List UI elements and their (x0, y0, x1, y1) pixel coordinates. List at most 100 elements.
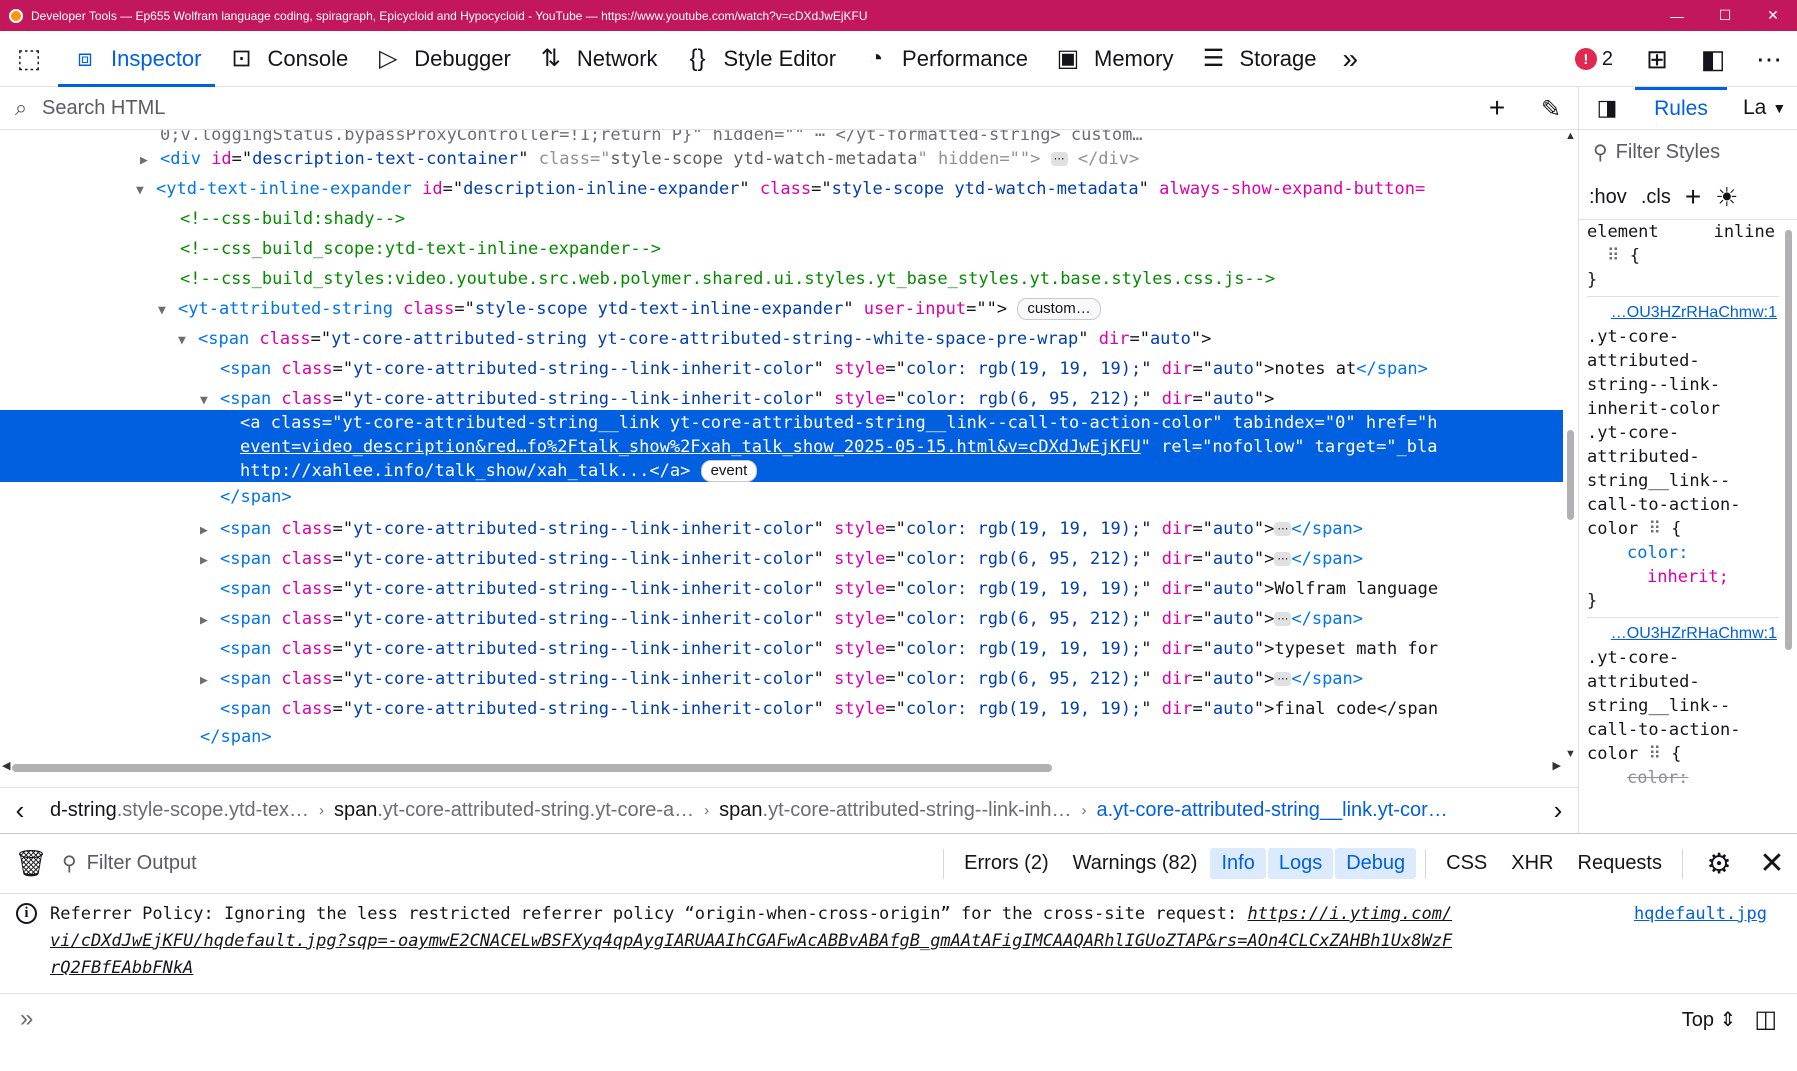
filter-info-button[interactable]: Info (1210, 848, 1266, 879)
console-input[interactable]: » Top ⇕ ◫ (0, 994, 1797, 1044)
markup-comment[interactable]: <!--css_build_scope:ytd-text-inline-expa… (0, 234, 661, 264)
tab-inspector[interactable]: ⧈ Inspector (58, 31, 215, 87)
collapsed-children-button[interactable]: ⋯ (1274, 552, 1292, 566)
overflow-menu-button[interactable]: ⋯ (1741, 44, 1797, 75)
search-html-input[interactable]: Search HTML (42, 97, 1470, 120)
breadcrumb-item[interactable]: d-string.style-scope.ytd-tex… (40, 799, 319, 822)
scroll-thumb[interactable] (12, 764, 1052, 772)
markup-node-span[interactable]: <span class="yt-core-attributed-string--… (0, 574, 1438, 604)
filter-css-button[interactable]: CSS (1435, 848, 1498, 879)
tab-layout[interactable]: La (1727, 96, 1766, 120)
element-picker-button[interactable]: ⬚ (0, 31, 58, 87)
event-badge[interactable]: event (700, 460, 758, 482)
markup-node-span[interactable]: <span class="yt-core-attributed-string--… (0, 634, 1438, 664)
markup-node-span[interactable]: ▶ <span class="yt-core-attributed-string-… (0, 544, 1363, 574)
expand-twisty-icon[interactable]: ▶ (200, 516, 220, 546)
markup-closing-span[interactable]: </span> (0, 482, 292, 512)
filter-styles-input[interactable]: Filter Styles (1616, 141, 1720, 164)
cls-toggle[interactable]: .cls (1641, 186, 1671, 209)
markup-horizontal-scrollbar[interactable]: ◀ ▶ (0, 760, 1563, 775)
rule-source-link[interactable]: …OU3HZrRHaChmw:1 (1587, 301, 1779, 325)
dock-options-button[interactable]: ◧ (1685, 44, 1741, 75)
sidebar-scrollbar[interactable] (1781, 220, 1796, 830)
markup-comment[interactable]: <!--css_build_styles:video.youtube.src.w… (0, 264, 1275, 294)
css-property[interactable]: color: (1587, 541, 1779, 565)
markup-node-span[interactable]: ▼ <span class="yt-core-attributed-string … (0, 324, 1211, 354)
scroll-right-icon[interactable]: ▶ (1553, 759, 1561, 772)
markup-node-text-inline-expander[interactable]: ▼ <ytd-text-inline-expander id="descripti… (0, 174, 1425, 204)
href-value-link[interactable]: event=video_description&red…fo%2Ftalk_sh… (240, 437, 1141, 457)
scroll-left-icon[interactable]: ◀ (2, 759, 10, 772)
property-value[interactable]: inherit; (1587, 565, 1779, 589)
markup-node-selected-link[interactable]: <a class="yt-core-attributed-string__lin… (0, 410, 1563, 482)
filter-output-input[interactable]: Filter Output (87, 852, 197, 875)
markup-node-span[interactable]: <span class="yt-core-attributed-string--… (0, 354, 1428, 384)
markup-node-span[interactable]: <span class="yt-core-attributed-string--… (0, 694, 1438, 724)
message-url[interactable]: https://i.ytimg.com/ (1247, 904, 1452, 924)
chevron-left-icon[interactable]: ‹ (0, 795, 40, 826)
breadcrumb-item[interactable]: span.yt-core-attributed-string--link-inh… (709, 799, 1081, 822)
tab-console[interactable]: ⊡ Console (215, 31, 362, 87)
message-url[interactable]: vi/cDXdJwEjKFU/hqdefault.jpg?sqp=-oaymwE… (50, 931, 1452, 951)
maximize-button[interactable]: ☐ (1701, 7, 1749, 24)
collapsed-children-button[interactable]: ⋯ (1050, 152, 1068, 166)
evaluation-context-selector[interactable]: Top ⇕ (1682, 1007, 1737, 1032)
add-node-button[interactable]: + (1470, 92, 1524, 124)
collapse-twisty-icon[interactable]: ▼ (158, 296, 178, 326)
markup-node-span[interactable]: ▶ <span class="yt-core-attributed-string-… (0, 664, 1363, 694)
expand-twisty-icon[interactable]: ▶ (200, 606, 220, 636)
eyedropper-button[interactable]: ✎ (1524, 92, 1578, 124)
hov-toggle[interactable]: :hov (1589, 186, 1627, 209)
message-url[interactable]: rQ2FBfEAbbFNkA (50, 958, 193, 978)
console-settings-button[interactable]: ⚙ (1691, 847, 1747, 880)
collapse-twisty-icon[interactable]: ▼ (178, 326, 198, 356)
filter-errors-button[interactable]: Errors (2) (953, 848, 1059, 879)
collapsed-children-button[interactable]: ⋯ (1274, 522, 1292, 536)
close-split-console-button[interactable]: ✕ (1747, 846, 1797, 881)
collapsed-children-button[interactable]: ⋯ (1274, 672, 1292, 686)
markup-node-span[interactable]: ▶ <span class="yt-core-attributed-string-… (0, 514, 1363, 544)
filter-requests-button[interactable]: Requests (1567, 848, 1674, 879)
markup-node-span[interactable]: ▶ <span class="yt-core-attributed-string-… (0, 604, 1363, 634)
message-source-link[interactable]: hqdefault.jpg (1634, 901, 1767, 928)
filter-output-field[interactable]: ⚲ Filter Output (62, 851, 935, 876)
filter-logs-button[interactable]: Logs (1267, 848, 1334, 879)
rule-source-link[interactable]: …OU3HZrRHaChmw:1 (1587, 622, 1779, 646)
filter-debug-button[interactable]: Debug (1335, 848, 1417, 879)
tab-style-editor[interactable]: {} Style Editor (671, 31, 850, 87)
console-message[interactable]: i Referrer Policy: Ignoring the less res… (0, 894, 1797, 994)
scroll-thumb[interactable] (1785, 230, 1792, 650)
breadcrumb-item-current[interactable]: a.yt-core-attributed-string__link.yt-cor… (1087, 799, 1458, 822)
expand-twisty-icon[interactable]: ▶ (200, 666, 220, 696)
tab-memory[interactable]: ▣ Memory (1041, 31, 1186, 87)
filter-warnings-button[interactable]: Warnings (82) (1062, 848, 1209, 879)
chevron-right-icon[interactable]: › (1538, 795, 1578, 826)
editor-mode-button[interactable]: ◫ (1754, 1005, 1777, 1034)
markup-node-attributed-string[interactable]: ▼ <yt-attributed-string class="style-scop… (0, 294, 1101, 324)
filter-xhr-button[interactable]: XHR (1500, 848, 1564, 879)
scroll-thumb[interactable] (1567, 430, 1574, 520)
close-window-button[interactable]: ✕ (1749, 7, 1797, 24)
tab-rules[interactable]: Rules (1635, 87, 1727, 130)
expand-twisty-icon[interactable]: ▶ (140, 146, 160, 176)
clear-console-button[interactable]: 🗑 (0, 848, 62, 879)
markup-comment[interactable]: <!--css-build:shady--> (0, 204, 405, 234)
chevron-down-icon[interactable]: ▼ (1772, 100, 1786, 116)
filter-styles-field[interactable]: ⚲ Filter Styles (1579, 130, 1797, 175)
scroll-down-icon[interactable]: ▼ (1563, 748, 1578, 760)
markup-closing-span[interactable]: </span> (0, 722, 272, 752)
expand-twisty-icon[interactable]: ▶ (200, 546, 220, 576)
tab-performance[interactable]: ◔ Performance (849, 31, 1041, 87)
light-theme-icon[interactable]: ☀ (1715, 182, 1738, 213)
more-tools-button[interactable]: » (1330, 31, 1372, 87)
breadcrumb-item[interactable]: span.yt-core-attributed-string.yt-core-a… (324, 799, 704, 822)
tab-network[interactable]: ⇅ Network (524, 31, 671, 87)
minimize-button[interactable]: — (1653, 8, 1701, 24)
responsive-design-button[interactable]: ⊞ (1629, 44, 1685, 75)
scroll-up-icon[interactable]: ▲ (1563, 130, 1578, 142)
markup-vertical-scrollbar[interactable]: ▲ ▼ (1563, 130, 1578, 760)
collapsed-children-button[interactable]: ⋯ (1274, 612, 1292, 626)
css-property-overridden[interactable]: color: (1587, 766, 1779, 790)
markup-node-description-text-container[interactable]: ▶ <div id="description-text-container" cl… (0, 144, 1139, 174)
add-rule-button[interactable]: + (1685, 181, 1701, 213)
